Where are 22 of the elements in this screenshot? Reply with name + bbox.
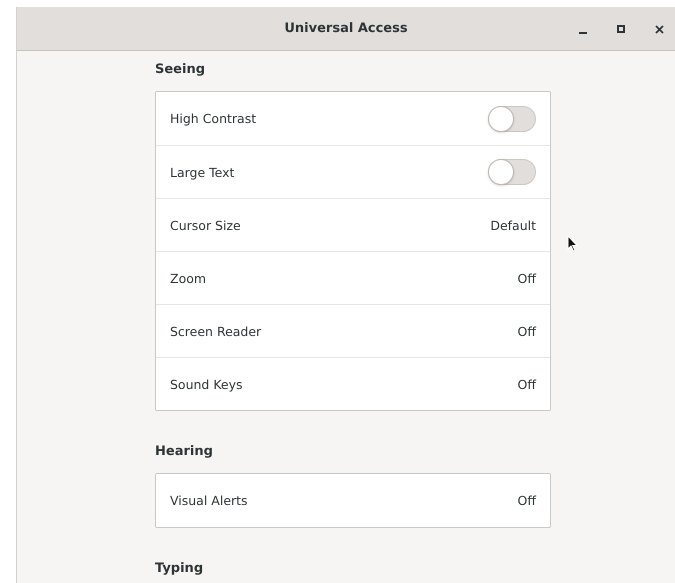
close-icon: [654, 24, 664, 34]
maximize-icon: [617, 25, 625, 33]
toggle-switch[interactable]: [488, 159, 536, 185]
section-heading: Hearing: [155, 443, 214, 461]
section-heading: Seeing: [155, 61, 206, 79]
section-heading: Typing: [155, 560, 204, 578]
setting-value: Off: [518, 324, 536, 338]
setting-label: Zoom: [170, 270, 206, 286]
setting-label: Visual Alerts: [170, 493, 248, 508]
setting-label: Screen Reader: [170, 324, 262, 338]
setting-value: Off: [518, 376, 536, 392]
setting-value: Off: [518, 270, 536, 286]
window-title: Universal Access: [284, 21, 408, 36]
toggle-switch[interactable]: [488, 106, 536, 132]
pointer-icon: [567, 235, 578, 252]
setting-label: Large Text: [170, 164, 234, 180]
setting-value: Off: [518, 493, 536, 508]
setting-value: Default: [490, 218, 536, 232]
setting-label: Sound Keys: [170, 376, 243, 392]
setting-label: High Contrast: [170, 111, 256, 126]
minimize-icon: [579, 32, 587, 34]
setting-label: Cursor Size: [170, 218, 241, 232]
